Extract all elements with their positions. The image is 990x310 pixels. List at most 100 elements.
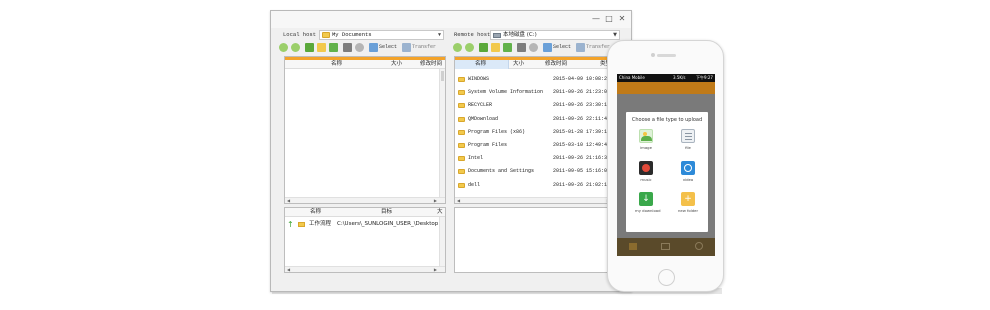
column-target[interactable]: 目标	[381, 208, 392, 217]
scroll-right-icon[interactable]: ▶	[434, 198, 437, 204]
column-name[interactable]: 名称	[475, 60, 486, 69]
file-row[interactable]: WINDOWS 2015-04-09 10:08:21	[455, 73, 612, 86]
column-size[interactable]: 大小	[391, 60, 402, 69]
option-label: my download	[635, 208, 661, 213]
file-row[interactable]: Intel 2011-09-26 21:16:30	[455, 152, 612, 165]
transfer-queue[interactable]: 名称 目标 大 ↑ 工作流程 C:\Users\_SUNLOGIN_USER_\…	[284, 207, 446, 273]
transfer-row[interactable]: ↑ 工作流程 C:\Users\_SUNLOGIN_USER_\Desktop	[285, 219, 439, 230]
scroll-thumb[interactable]	[441, 71, 444, 81]
select-icon[interactable]	[369, 43, 378, 52]
option-new-folder[interactable]: + new folder	[677, 192, 699, 213]
file-name: Program Files (x86)	[468, 128, 526, 135]
transfer-button[interactable]: Transfer	[412, 43, 449, 52]
folder-icon	[458, 116, 465, 122]
file-modified: 2011-09-26 21:23:04	[553, 89, 611, 96]
option-my-download[interactable]: ↓ my download	[635, 192, 661, 213]
file-modified: 2015-03-10 12:49:43	[553, 142, 611, 148]
file-modified: 2011-09-26 21:02:13	[553, 181, 611, 188]
select-icon[interactable]	[543, 43, 552, 52]
remote-column-header: 名称 大小 修改时间 类型	[455, 60, 618, 69]
transfer-icon[interactable]	[576, 43, 585, 52]
option-music[interactable]: music	[635, 161, 657, 182]
file-row[interactable]: Documents and Settings 2011-09-05 15:16:0…	[455, 165, 612, 178]
column-modified[interactable]: 修改时间	[545, 60, 567, 69]
column-size[interactable]: 大小	[513, 60, 524, 69]
forward-icon[interactable]	[465, 43, 474, 52]
horizontal-scrollbar[interactable]: ◀ ▶	[285, 266, 445, 272]
clock: 下午9:27	[696, 75, 713, 80]
dialog-title: Choose a file type to upload	[631, 117, 703, 123]
option-image[interactable]: image	[635, 129, 657, 150]
stop-icon[interactable]	[529, 43, 538, 52]
refresh-icon[interactable]	[329, 43, 338, 52]
delete-icon[interactable]	[343, 43, 352, 52]
horizontal-scrollbar[interactable]: ◀ ▶	[285, 197, 445, 203]
folder-icon	[458, 103, 465, 109]
file-name: QMDownload	[468, 115, 499, 122]
refresh-icon[interactable]	[503, 43, 512, 52]
home-button[interactable]	[658, 269, 675, 286]
folder-icon	[458, 90, 465, 96]
music-icon	[639, 161, 653, 175]
close-button[interactable]: ✕	[617, 14, 627, 24]
file-modified: 2011-09-26 22:11:44	[553, 115, 611, 122]
scroll-right-icon[interactable]: ▶	[434, 267, 437, 273]
network-speed: 3.5K/s	[673, 75, 686, 80]
file-row[interactable]: Program Files (x86) 2015-01-28 17:39:10	[455, 126, 612, 139]
column-name[interactable]: 名称	[331, 60, 342, 69]
new-folder-icon[interactable]	[491, 43, 500, 52]
file-row[interactable]: System Volume Information 2011-09-26 21:2…	[455, 86, 612, 99]
scroll-left-icon[interactable]: ◀	[287, 267, 290, 273]
maximize-button[interactable]: □	[604, 14, 614, 24]
minimize-button[interactable]: —	[591, 14, 601, 24]
forward-icon[interactable]	[291, 43, 300, 52]
column-modified[interactable]: 修改时间	[420, 60, 442, 69]
new-folder-icon[interactable]	[317, 43, 326, 52]
remote-path-dropdown[interactable]: 本地磁盘 (C:) ▼	[490, 30, 620, 40]
file-icon	[681, 129, 695, 143]
local-file-list[interactable]: 名称 大小 修改时间 ◀ ▶	[284, 56, 446, 204]
local-toolbar: Select Transfer	[277, 42, 449, 54]
file-row[interactable]: RECYCLER 2011-09-26 23:30:11	[455, 99, 612, 112]
file-row[interactable]: dell 2011-09-26 21:02:13	[455, 179, 612, 192]
file-row[interactable]: Program Files 2015-03-10 12:49:43	[455, 139, 612, 152]
folder-icon	[322, 32, 330, 38]
option-video[interactable]: video	[677, 161, 699, 182]
transfer-icon[interactable]	[402, 43, 411, 52]
remote-file-list[interactable]: 名称 大小 修改时间 类型 WINDOWS 2015-04-09 10:08:21…	[454, 56, 619, 204]
upload-type-dialog: Choose a file type to upload image file	[626, 112, 708, 232]
file-row[interactable]: QMDownload 2011-09-26 22:11:44	[455, 113, 612, 126]
column-name[interactable]: 名称	[310, 208, 321, 217]
vertical-scrollbar[interactable]	[439, 217, 445, 266]
option-file[interactable]: file	[677, 129, 699, 150]
up-icon[interactable]	[479, 43, 488, 52]
file-name: WINDOWS	[468, 76, 490, 82]
image-icon	[639, 129, 653, 143]
new-folder-icon: +	[681, 192, 695, 206]
up-icon[interactable]	[305, 43, 314, 52]
file-name: Documents and Settings	[468, 168, 535, 175]
local-path-dropdown[interactable]: My Documents ▼	[319, 30, 444, 40]
vertical-scrollbar[interactable]	[439, 69, 445, 197]
folder-tab-icon[interactable]	[629, 243, 637, 250]
front-camera	[651, 53, 655, 57]
computer-tab-icon[interactable]	[661, 243, 670, 250]
delete-icon[interactable]	[517, 43, 526, 52]
settings-tab-icon[interactable]	[695, 242, 703, 250]
column-size[interactable]: 大	[437, 208, 443, 217]
select-button[interactable]: Select	[553, 43, 571, 52]
stop-icon[interactable]	[355, 43, 364, 52]
file-name: Program Files	[468, 142, 508, 148]
back-icon[interactable]	[279, 43, 288, 52]
file-name: RECYCLER	[468, 102, 493, 109]
scroll-left-icon[interactable]: ◀	[287, 198, 290, 204]
scroll-left-icon[interactable]: ◀	[457, 198, 460, 204]
select-button[interactable]: Select	[379, 43, 397, 52]
option-label: image	[640, 145, 652, 150]
upload-arrow-icon: ↑	[287, 220, 294, 229]
remote-host-label: Remote host	[454, 31, 491, 38]
chevron-down-icon: ▼	[613, 32, 617, 38]
log-panel	[454, 207, 619, 273]
back-icon[interactable]	[453, 43, 462, 52]
horizontal-scrollbar[interactable]: ◀ ▶	[455, 197, 618, 203]
